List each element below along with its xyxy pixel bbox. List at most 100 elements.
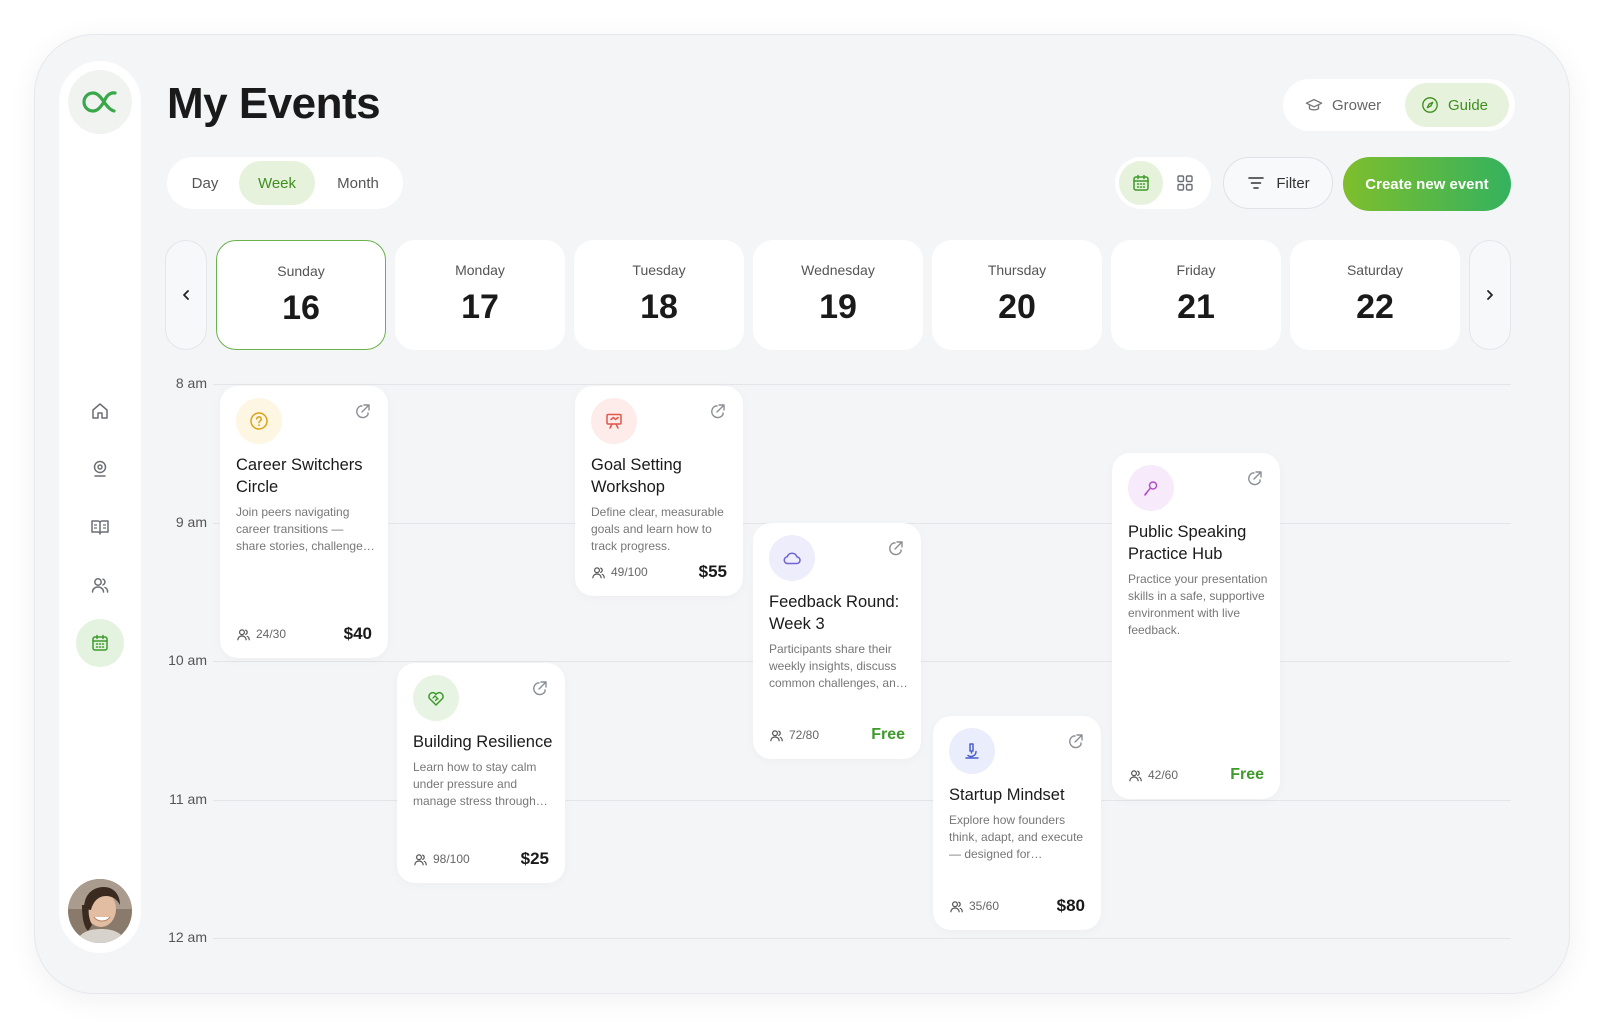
event-card[interactable]: Building Resilience Learn how to stay ca… [397,663,565,883]
event-footer: 98/100 $25 [413,847,549,871]
avatar[interactable] [68,879,132,943]
event-icon-wrap [413,675,459,721]
day-wednesday[interactable]: Wednesday 19 [753,240,923,350]
day-number: 22 [1356,288,1394,326]
compass-icon [1422,97,1438,113]
event-attendance: 72/80 [769,728,819,743]
event-price: $55 [698,562,727,581]
calendar-icon [1133,174,1149,191]
open-event-button[interactable] [352,402,372,422]
day-monday[interactable]: Monday 17 [395,240,565,350]
users-icon [770,729,783,741]
time-label: 12 am [168,929,207,945]
event-price: Free [871,726,905,743]
open-event-button[interactable] [1244,469,1264,489]
layout-toggle [1115,157,1211,209]
day-name: Monday [455,262,505,278]
users-icon [414,853,427,865]
attendance-count: 98/100 [433,852,470,866]
time-gridline [213,938,1511,939]
day-number: 21 [1177,288,1215,326]
cloud-icon [783,552,801,565]
event-card[interactable]: Feedback Round: Week 3 Participants shar… [753,523,921,759]
microscope-icon [965,743,979,759]
open-event-button[interactable] [885,539,905,559]
event-card[interactable]: Goal Setting Workshop Define clear, meas… [575,386,743,596]
event-attendance: 49/100 [591,565,648,580]
day-number: 16 [282,289,320,327]
external-link-icon [1248,471,1262,486]
users-icon [592,566,605,578]
event-price: $25 [520,849,549,868]
day-name: Saturday [1346,262,1404,278]
filter-label: Filter [1276,174,1310,192]
event-attendance: 42/60 [1128,768,1178,783]
day-tuesday[interactable]: Tuesday 18 [574,240,744,350]
tab-week[interactable]: Week [239,161,315,205]
sidebar-item-home[interactable] [76,387,124,435]
filter-button[interactable]: Filter [1223,157,1333,209]
event-price: Free [1230,766,1264,783]
grid-view-button[interactable] [1163,161,1207,205]
home-icon [92,403,108,419]
day-friday[interactable]: Friday 21 [1111,240,1281,350]
avatar-image [68,879,132,943]
time-label: 9 am [175,514,207,530]
day-name: Friday [1176,262,1216,278]
tab-day[interactable]: Day [171,161,239,205]
event-title: Building Resilience [413,733,553,751]
time-label: 8 am [175,375,207,391]
role-guide-label: Guide [1448,96,1489,114]
logo[interactable] [68,70,132,134]
event-footer: 35/60 $80 [949,894,1085,918]
sidebar-item-calendar[interactable] [76,619,124,667]
event-card[interactable]: Startup Mindset Explore how founders thi… [933,716,1101,930]
role-guide-button[interactable]: Guide [1405,83,1509,127]
create-event-button[interactable]: Create new event [1343,157,1511,211]
app-window: My Events Grower Guide Day Week Month Fi… [34,34,1570,994]
day-name: Sunday [277,263,325,279]
external-link-icon [889,541,903,556]
day-thursday[interactable]: Thursday 20 [932,240,1102,350]
external-link-icon [533,681,547,696]
chevron-left-icon [183,290,189,300]
open-event-button[interactable] [529,679,549,699]
day-number: 19 [819,288,857,326]
sidebar [59,61,141,953]
event-description: Practice your presentation skills in a s… [1128,572,1268,637]
sidebar-item-location[interactable] [76,445,124,493]
tab-month[interactable]: Month [317,161,399,205]
next-week-button[interactable] [1469,240,1511,350]
event-footer: 24/30 $40 [236,622,372,646]
role-grower-button[interactable]: Grower [1289,83,1399,127]
users-icon [237,628,250,640]
event-icon-wrap [591,398,637,444]
event-price: $40 [343,624,372,643]
day-name: Thursday [987,262,1047,278]
event-card[interactable]: Public Speaking Practice Hub Practice yo… [1112,453,1280,799]
users-icon [950,900,963,912]
calendar-view-button[interactable] [1119,161,1163,205]
time-label: 10 am [168,652,207,668]
event-card[interactable]: Career Switchers Circle Join peers navig… [220,386,388,658]
day-number: 17 [461,288,499,326]
day-number: 20 [998,288,1036,326]
sidebar-item-library[interactable] [76,503,124,551]
event-attendance: 35/60 [949,899,999,914]
sidebar-item-people[interactable] [76,561,124,609]
graduation-cap-icon [1305,98,1323,111]
open-event-button[interactable] [1065,732,1085,752]
previous-week-button[interactable] [165,240,207,350]
event-title: Career Switchers Circle [236,456,363,496]
time-label: 11 am [169,791,207,807]
day-saturday[interactable]: Saturday 22 [1290,240,1460,350]
event-title: Feedback Round: Week 3 [769,593,900,633]
calendar-icon [92,634,108,651]
external-link-icon [356,404,370,419]
open-event-button[interactable] [707,402,727,422]
day-sunday[interactable]: Sunday 16 [216,240,386,350]
time-gridline [213,384,1511,385]
event-footer: 42/60 Free [1128,763,1264,787]
presentation-board-icon [606,413,622,429]
event-title: Public Speaking Practice Hub [1128,523,1247,563]
